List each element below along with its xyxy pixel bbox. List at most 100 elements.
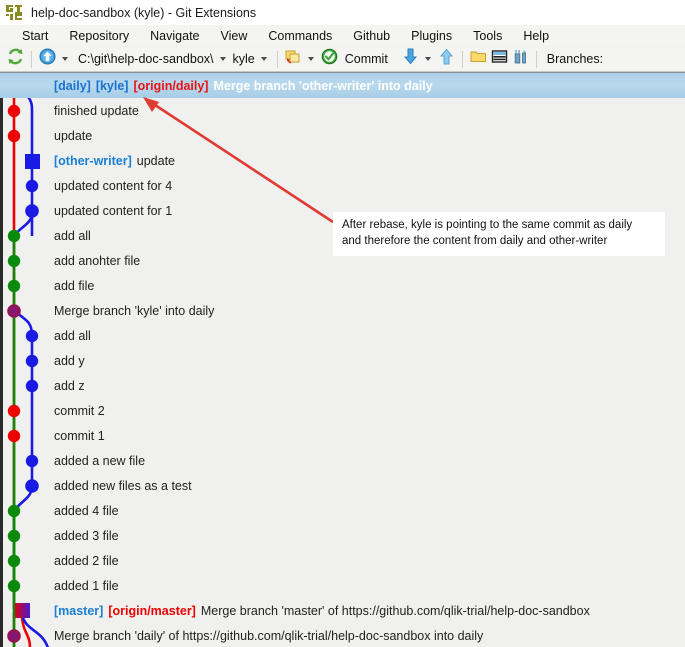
toolbar: C:\git\help-doc-sandbox\ kyle Commit Bra… <box>0 47 685 72</box>
commit-row-22-message: Merge branch 'daily' of https://github.c… <box>54 628 484 643</box>
commit-rows: [daily] [kyle] [origin/daily] Merge branch … <box>0 73 685 647</box>
file-explorer-button[interactable] <box>489 49 510 70</box>
menu-item-start[interactable]: Start <box>12 27 59 45</box>
pull-button[interactable] <box>37 48 58 70</box>
settings-tools-icon <box>512 48 529 70</box>
commit-row-16-message: added new files as a test <box>54 478 192 493</box>
ref-daily[interactable]: [daily] <box>54 79 91 93</box>
commit-row-21-content: [master] [origin/master] Merge branch 'mas… <box>54 604 590 618</box>
current-branch-value[interactable]: kyle <box>231 52 257 66</box>
menu-bar: Start Repository Navigate View Commands … <box>0 25 685 47</box>
commit-row-4-message: updated content for 4 <box>54 178 173 193</box>
commit-row-21[interactable]: [master] [origin/master] Merge branch 'mas… <box>0 598 685 623</box>
branch-dropdown-caret-icon[interactable] <box>260 57 267 61</box>
stash-changes-icon <box>285 48 302 70</box>
menu-item-help[interactable]: Help <box>513 27 560 45</box>
commit-row-10[interactable]: add all <box>0 323 685 348</box>
menu-item-tools[interactable]: Tools <box>463 27 513 45</box>
commit-row-13-message: commit 2 <box>54 403 105 418</box>
commit-row-9-message: Merge branch 'kyle' into daily <box>54 303 215 318</box>
ref-other-writer[interactable]: [other-writer] <box>54 154 132 168</box>
pull-dropdown-caret-icon[interactable] <box>62 57 68 61</box>
commit-row-17-message: added 4 file <box>54 503 119 518</box>
commit-row-14-message: commit 1 <box>54 428 105 443</box>
file-explorer-icon <box>491 48 508 70</box>
stash-dropdown-caret-icon[interactable] <box>307 57 314 61</box>
menu-item-plugins[interactable]: Plugins <box>401 27 463 45</box>
commit-row-15-message: added a new file <box>54 453 146 468</box>
commit-row-13[interactable]: commit 2 <box>0 398 685 423</box>
menu-item-repository[interactable]: Repository <box>59 27 140 45</box>
commit-row-8-message: add file <box>54 278 95 293</box>
push-button[interactable] <box>436 48 457 70</box>
window-title: help-doc-sandbox (kyle) - Git Extensions <box>31 5 257 20</box>
stash-button[interactable] <box>283 49 304 70</box>
commit-row-4[interactable]: updated content for 4 <box>0 173 685 198</box>
git-extensions-window: help-doc-sandbox (kyle) - Git Extensions… <box>0 0 685 647</box>
commit-row-2-message: update <box>54 128 93 143</box>
open-folder-icon <box>470 48 487 70</box>
path-dropdown-caret-icon[interactable] <box>219 57 226 61</box>
commit-button-label[interactable]: Commit <box>343 52 390 66</box>
commit-row-18-message: added 3 file <box>54 528 119 543</box>
commit-row-15[interactable]: added a new file <box>0 448 685 473</box>
refresh-icon <box>7 48 24 70</box>
toolbar-separator-2 <box>276 50 278 68</box>
ref-origin-master[interactable]: [origin/master] <box>108 604 196 618</box>
commit-row-2[interactable]: update <box>0 123 685 148</box>
ref-master[interactable]: [master] <box>54 604 103 618</box>
commit-row-22[interactable]: Merge branch 'daily' of https://github.c… <box>0 623 685 647</box>
refresh-button[interactable] <box>5 48 26 70</box>
ref-origin-daily[interactable]: [origin/daily] <box>133 79 208 93</box>
commit-check-icon <box>321 48 338 70</box>
repository-path-value[interactable]: C:\git\help-doc-sandbox\ <box>76 52 216 66</box>
commit-row-20[interactable]: added 1 file <box>0 573 685 598</box>
annotation-text-box: After rebase, kyle is pointing to the sa… <box>333 212 665 256</box>
title-bar: help-doc-sandbox (kyle) - Git Extensions <box>0 0 685 25</box>
annotation-line-1: After rebase, kyle is pointing to the sa… <box>342 219 633 231</box>
settings-button[interactable] <box>510 49 531 70</box>
commit-row-11[interactable]: add y <box>0 348 685 373</box>
menu-item-view[interactable]: View <box>211 27 259 45</box>
menu-item-navigate[interactable]: Navigate <box>140 27 210 45</box>
commit-row-7-message: add anohter file <box>54 253 141 268</box>
commit-row-21-message: Merge branch 'master' of https://github.… <box>200 603 590 618</box>
toolbar-separator-4 <box>535 50 537 68</box>
commit-row-18[interactable]: added 3 file <box>0 523 685 548</box>
commit-row-12[interactable]: add z <box>0 373 685 398</box>
commit-row-10-message: add all <box>54 328 91 343</box>
annotation-line-2: and therefore the content from daily and… <box>342 235 608 247</box>
commit-row-1[interactable]: finished update <box>0 98 685 123</box>
commit-row-11-message: add y <box>54 353 85 368</box>
commit-row-5-message: updated content for 1 <box>54 203 173 218</box>
commit-row-1-message: finished update <box>54 103 139 118</box>
branches-label: Branches: <box>546 52 604 66</box>
git-extensions-logo-icon <box>6 4 24 21</box>
commit-button[interactable] <box>319 48 340 70</box>
commit-row-19-message: added 2 file <box>54 553 119 568</box>
commit-row-3-content: [other-writer] update <box>54 154 175 168</box>
menu-item-github[interactable]: Github <box>343 27 401 45</box>
commit-row-12-message: add z <box>54 378 85 393</box>
commit-row-0-content: [daily] [kyle] [origin/daily] Merge branch … <box>54 79 433 93</box>
pull-down-button[interactable] <box>400 48 421 70</box>
commit-row-16[interactable]: added new files as a test <box>0 473 685 498</box>
commit-row-8[interactable]: add file <box>0 273 685 298</box>
commit-row-3-message: update <box>136 153 176 168</box>
ref-kyle[interactable]: [kyle] <box>96 79 129 93</box>
push-up-arrow-icon <box>438 48 455 70</box>
commit-row-6-message: add all <box>54 228 91 243</box>
commit-row-20-message: added 1 file <box>54 578 119 593</box>
commit-row-0-message: Merge branch 'other-writer' into daily <box>213 78 433 93</box>
menu-item-commands[interactable]: Commands <box>258 27 343 45</box>
commit-row-9[interactable]: Merge branch 'kyle' into daily <box>0 298 685 323</box>
commit-row-14[interactable]: commit 1 <box>0 423 685 448</box>
toolbar-separator-1 <box>31 50 32 68</box>
commit-row-0[interactable]: [daily] [kyle] [origin/daily] Merge branch … <box>0 73 685 98</box>
pull-down-dropdown-caret-icon[interactable] <box>424 57 431 61</box>
commit-row-3[interactable]: [other-writer] update <box>0 148 685 173</box>
commit-row-17[interactable]: added 4 file <box>0 498 685 523</box>
browse-button[interactable] <box>468 49 489 70</box>
commit-row-19[interactable]: added 2 file <box>0 548 685 573</box>
commit-list-panel[interactable]: [daily] [kyle] [origin/daily] Merge branch … <box>0 72 685 647</box>
